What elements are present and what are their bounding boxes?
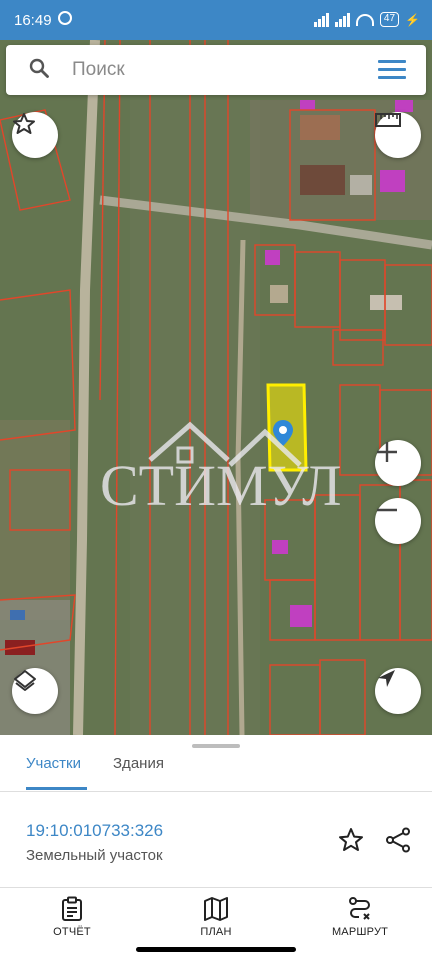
search-icon[interactable] <box>29 58 49 78</box>
layers-icon <box>14 670 36 691</box>
nav-plan-label: ПЛАН <box>200 926 232 938</box>
status-time: 16:49 <box>14 12 52 29</box>
nav-report-label: ОТЧЁТ <box>53 926 91 938</box>
search-bar <box>6 45 426 95</box>
active-tab-indicator <box>26 787 87 790</box>
clipboard-icon <box>62 896 82 921</box>
navigation-arrow-icon <box>378 670 395 687</box>
signal-icon <box>313 12 329 27</box>
nav-plan[interactable]: ПЛАН <box>161 896 271 938</box>
nav-route[interactable]: МАРШРУТ <box>305 896 415 938</box>
ruler-button[interactable] <box>375 112 421 158</box>
plus-icon <box>377 442 397 462</box>
status-bar: 16:49 47 ⚡ <box>0 0 432 40</box>
panel-tabs: Участки Здания <box>0 749 432 790</box>
parcel-panel: Участки Здания 19:10:010733:326 Земельны… <box>0 735 432 960</box>
divider <box>0 791 432 792</box>
nav-report[interactable]: ОТЧЁТ <box>17 896 127 938</box>
alarm-icon <box>58 11 72 25</box>
zoom-in-button[interactable] <box>375 440 421 486</box>
favorites-star-button[interactable] <box>12 112 58 158</box>
map-imagery: СТИМУЛ <box>0 40 432 735</box>
charging-icon: ⚡ <box>405 12 420 27</box>
gesture-bar <box>136 947 296 952</box>
menu-icon[interactable] <box>378 60 406 80</box>
search-input[interactable] <box>72 58 362 82</box>
layers-button[interactable] <box>12 668 58 714</box>
signal-icon <box>334 12 350 27</box>
watermark-text: СТИМУЛ <box>100 453 341 518</box>
ruler-icon <box>375 113 401 127</box>
tab-buildings[interactable]: Здания <box>113 755 164 772</box>
tab-parcels[interactable]: Участки <box>26 755 81 772</box>
bottom-navigation: ОТЧЁТ ПЛАН МАРШРУТ <box>0 890 432 960</box>
star-icon <box>13 113 35 134</box>
divider <box>0 887 432 888</box>
battery-icon: 47 <box>379 12 400 27</box>
drag-handle[interactable] <box>192 744 240 748</box>
map-icon <box>204 897 228 921</box>
status-indicators: 47 ⚡ <box>313 12 420 27</box>
my-location-button[interactable] <box>375 668 421 714</box>
minus-icon <box>377 508 397 512</box>
route-icon <box>349 897 370 920</box>
cadastral-number-link[interactable]: 19:10:010733:326 <box>26 821 163 841</box>
star-icon[interactable] <box>338 827 364 853</box>
wifi-icon <box>355 13 374 26</box>
share-icon[interactable] <box>385 827 411 853</box>
zoom-out-button[interactable] <box>375 498 421 544</box>
parcel-type: Земельный участок <box>26 847 163 864</box>
map-view[interactable]: СТИМУЛ <box>0 40 432 735</box>
nav-route-label: МАРШРУТ <box>331 926 389 938</box>
